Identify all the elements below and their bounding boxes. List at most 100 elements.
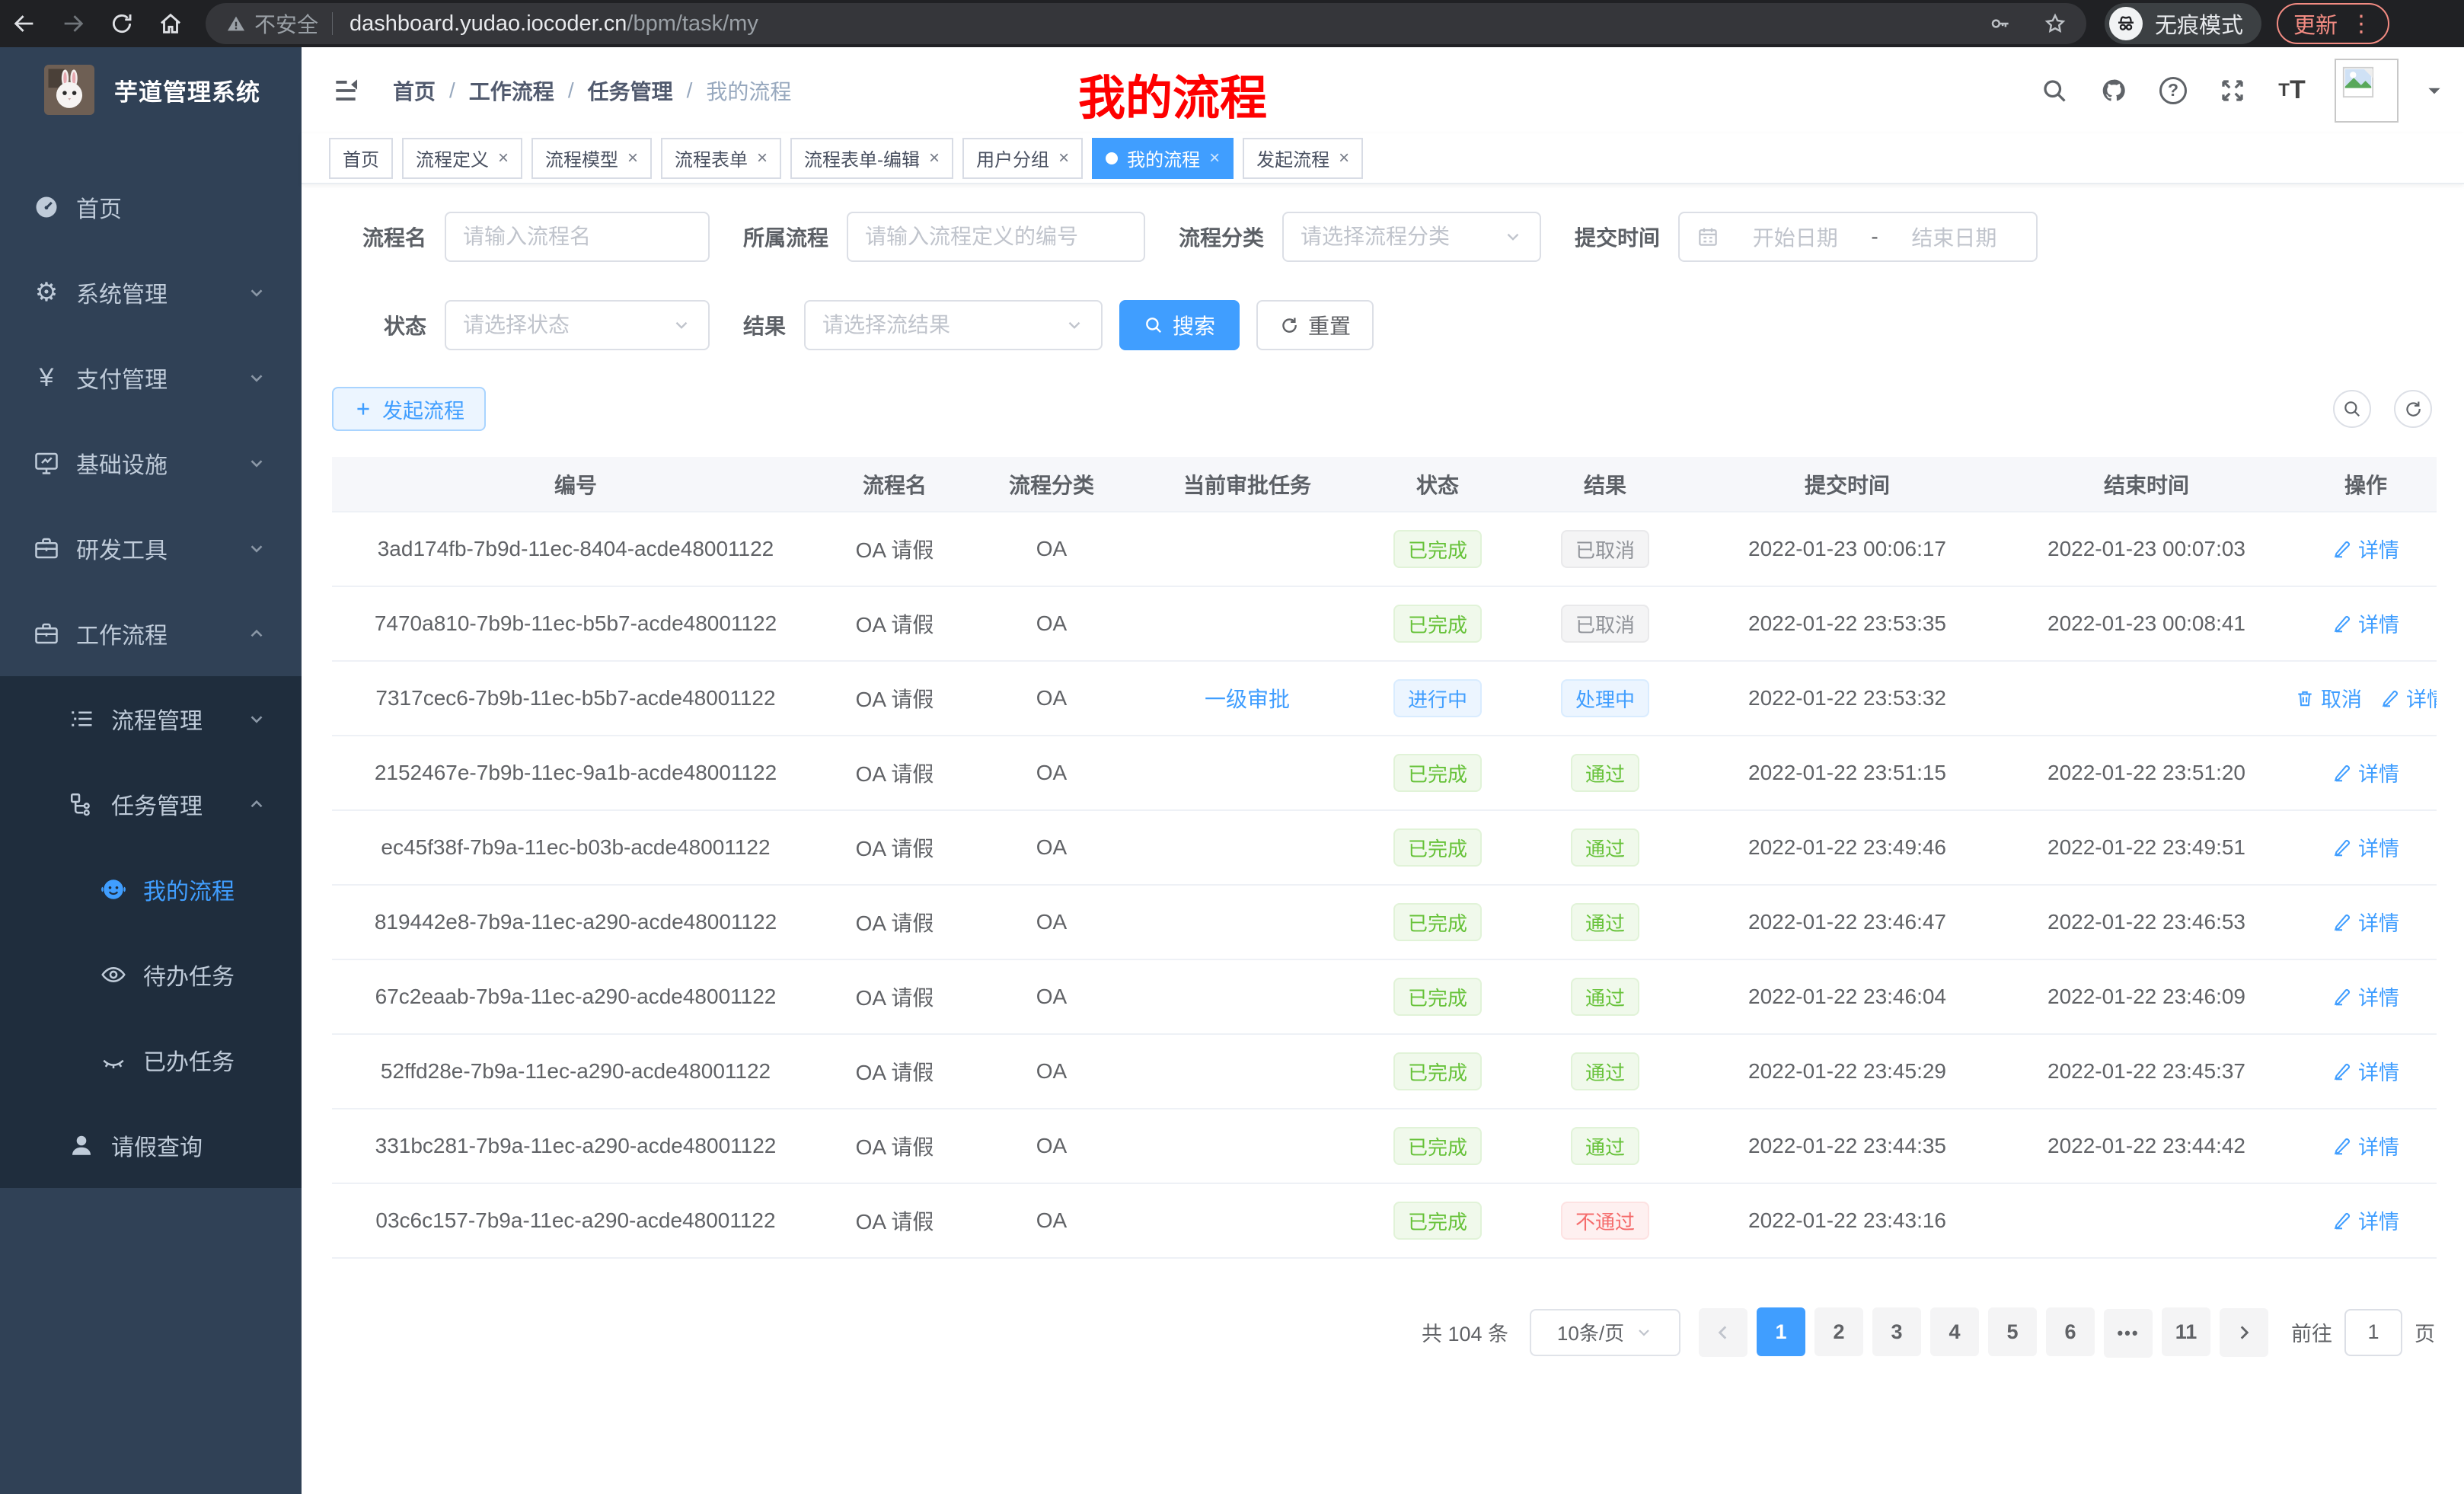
font-size-icon[interactable]: TT (2275, 74, 2309, 107)
process-definition-input[interactable] (847, 212, 1145, 262)
row-action-详情[interactable]: 详情 (2332, 758, 2399, 787)
row-action-详情[interactable]: 详情 (2332, 534, 2399, 563)
sidebar-collapse-icon[interactable] (329, 74, 362, 107)
password-key-icon[interactable] (1989, 12, 2012, 35)
sidebar-item-1[interactable]: ⚙系统管理 (0, 250, 302, 335)
row-action-详情[interactable]: 详情 (2332, 1056, 2399, 1086)
avatar-caret-icon[interactable] (2424, 81, 2444, 101)
row-action-详情[interactable]: 详情 (2332, 832, 2399, 862)
result-select[interactable] (804, 300, 1103, 350)
tab-close-icon[interactable]: × (1339, 149, 1349, 168)
sidebar-item-0[interactable]: 首页 (0, 164, 302, 250)
breadcrumb-workflow[interactable]: 工作流程 (469, 75, 554, 106)
chevron-down-icon (247, 368, 267, 388)
header-search-icon[interactable] (2038, 74, 2071, 107)
status-select[interactable] (445, 300, 710, 350)
sidebar-item-9[interactable]: 待办任务 (0, 932, 302, 1017)
cell-name: OA 请假 (819, 736, 970, 810)
browser-forward-icon[interactable] (49, 0, 97, 47)
result-badge: 已取消 (1561, 605, 1649, 643)
browser-back-icon[interactable] (0, 0, 49, 47)
browser-update-button[interactable]: 更新 ⋮ (2277, 3, 2389, 44)
submit-time-range-picker[interactable]: 开始日期 - 结束日期 (1678, 212, 2038, 262)
column-header-4: 状态 (1361, 457, 1514, 512)
app-logo[interactable]: 芋道管理系统 (0, 47, 302, 132)
tab-6[interactable]: 我的流程× (1092, 138, 1234, 179)
tab-close-icon[interactable]: × (1209, 149, 1220, 168)
page-size-select[interactable]: 10条/页 (1530, 1309, 1680, 1356)
page-button-6[interactable]: 6 (2046, 1307, 2095, 1356)
browser-home-icon[interactable] (146, 0, 195, 47)
incognito-icon (2109, 7, 2143, 40)
start-date-placeholder[interactable]: 开始日期 (1730, 222, 1860, 252)
search-button[interactable]: 搜索 (1119, 300, 1240, 350)
page-button-3[interactable]: 3 (1872, 1307, 1921, 1356)
sidebar-item-3[interactable]: 基础设施 (0, 420, 302, 506)
row-action-详情[interactable]: 详情 (2332, 1205, 2399, 1235)
browser-menu-icon[interactable]: ⋮ (2350, 11, 2373, 37)
sidebar-item-10[interactable]: 已办任务 (0, 1017, 302, 1103)
sidebar-item-label: 待办任务 (143, 958, 235, 991)
insecure-warning-icon[interactable] (225, 13, 247, 34)
row-action-详情[interactable]: 详情 (2380, 683, 2437, 713)
sidebar-item-4[interactable]: 研发工具 (0, 506, 302, 591)
sidebar-item-label: 工作流程 (76, 617, 168, 650)
tab-close-icon[interactable]: × (929, 149, 940, 168)
table-row: ec45f38f-7b9a-11ec-b03b-acde48001122OA 请… (332, 810, 2437, 885)
bookmark-star-icon[interactable] (2044, 12, 2067, 35)
end-date-placeholder[interactable]: 结束日期 (1889, 222, 2019, 252)
tab-1[interactable]: 流程定义× (402, 138, 522, 179)
next-page-button[interactable] (2220, 1308, 2268, 1357)
tab-close-icon[interactable]: × (757, 149, 768, 168)
cell-category: OA (970, 586, 1133, 661)
tab-2[interactable]: 流程模型× (531, 138, 652, 179)
sidebar-item-7[interactable]: 任务管理 (0, 761, 302, 847)
cell-name: OA 请假 (819, 512, 970, 586)
sidebar-item-11[interactable]: 请假查询 (0, 1103, 302, 1188)
status-badge: 已完成 (1393, 1202, 1482, 1240)
row-action-取消[interactable]: 取消 (2295, 683, 2362, 713)
category-select[interactable] (1282, 212, 1541, 262)
row-action-详情[interactable]: 详情 (2332, 982, 2399, 1011)
row-action-详情[interactable]: 详情 (2332, 907, 2399, 937)
tab-5[interactable]: 用户分组× (962, 138, 1083, 179)
sidebar-item-6[interactable]: 流程管理 (0, 676, 302, 761)
page-button-5[interactable]: 5 (1988, 1307, 2037, 1356)
github-icon[interactable] (2097, 74, 2130, 107)
page-button-2[interactable]: 2 (1814, 1307, 1863, 1356)
tab-close-icon[interactable]: × (627, 149, 638, 168)
breadcrumb-task[interactable]: 任务管理 (588, 75, 673, 106)
toggle-search-icon[interactable] (2333, 390, 2371, 428)
reset-button[interactable]: 重置 (1256, 300, 1374, 350)
breadcrumb-home[interactable]: 首页 (393, 75, 436, 106)
cell-name: OA 请假 (819, 661, 970, 736)
prev-page-button[interactable] (1699, 1308, 1747, 1357)
page-ellipsis[interactable]: ••• (2104, 1309, 2153, 1358)
avatar[interactable] (2335, 59, 2399, 123)
yen-icon: ¥ (32, 363, 61, 392)
page-button-1[interactable]: 1 (1757, 1307, 1805, 1356)
goto-page-input[interactable] (2344, 1309, 2402, 1356)
sidebar-item-5[interactable]: 工作流程 (0, 591, 302, 676)
sidebar-item-8[interactable]: 我的流程 (0, 847, 302, 932)
create-process-button[interactable]: 发起流程 (332, 387, 486, 431)
fullscreen-icon[interactable] (2216, 74, 2249, 107)
address-bar[interactable]: 不安全 dashboard.yudao.iocoder.cn /bpm/task… (206, 3, 2086, 44)
tab-4[interactable]: 流程表单-编辑× (790, 138, 953, 179)
help-icon[interactable]: ? (2156, 74, 2190, 107)
refresh-icon[interactable] (2394, 390, 2432, 428)
page-button-11[interactable]: 11 (2162, 1307, 2210, 1356)
process-name-input[interactable] (445, 212, 710, 262)
tab-7[interactable]: 发起流程× (1243, 138, 1363, 179)
browser-reload-icon[interactable] (97, 0, 146, 47)
sidebar-item-2[interactable]: ¥支付管理 (0, 335, 302, 420)
row-action-详情[interactable]: 详情 (2332, 1131, 2399, 1160)
page-button-4[interactable]: 4 (1930, 1307, 1979, 1356)
tab-close-icon[interactable]: × (498, 149, 509, 168)
row-action-详情[interactable]: 详情 (2332, 608, 2399, 638)
tab-0[interactable]: 首页 (329, 138, 393, 179)
current-task-link[interactable]: 一级审批 (1205, 688, 1290, 711)
tab-3[interactable]: 流程表单× (661, 138, 781, 179)
tab-close-icon[interactable]: × (1058, 149, 1069, 168)
column-header-5: 结果 (1514, 457, 1696, 512)
